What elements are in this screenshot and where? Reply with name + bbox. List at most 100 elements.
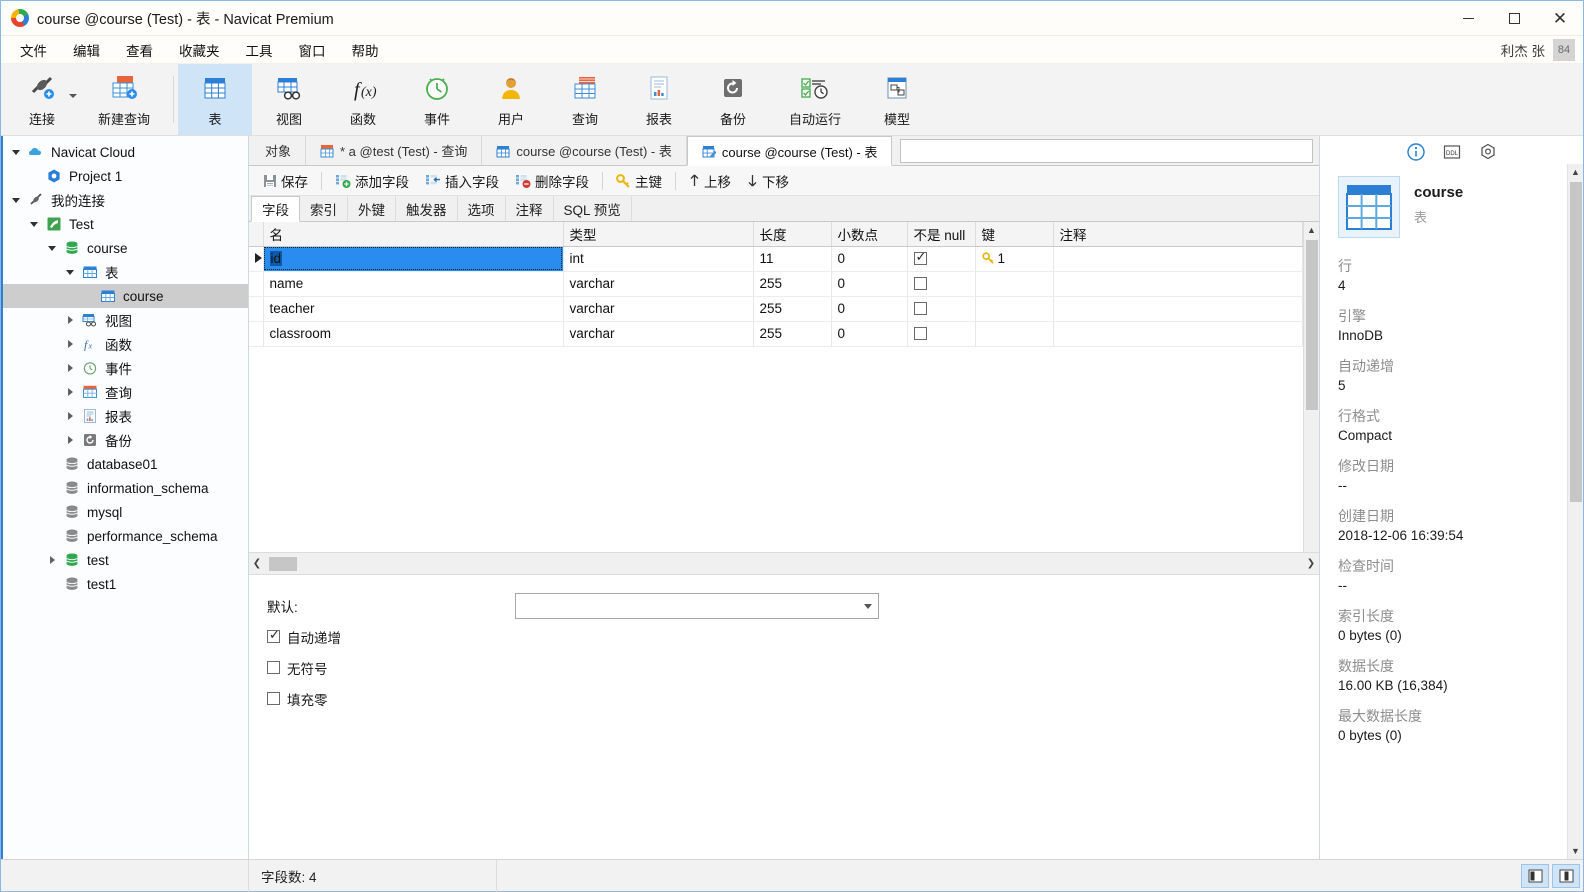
sidebar-item-test[interactable]: Test: [1, 212, 248, 236]
chevron-down-icon[interactable]: [7, 197, 25, 203]
ribbon-button-connection[interactable]: 连接: [5, 64, 79, 135]
ribbon-button-user[interactable]: 用户: [474, 64, 548, 135]
gear-icon[interactable]: [1478, 142, 1498, 162]
user-area[interactable]: 利杰 张 84: [1501, 38, 1583, 61]
cell-field-length[interactable]: 255: [753, 271, 832, 297]
column-header[interactable]: 不是 null: [907, 222, 976, 247]
cell-field-not-null[interactable]: [907, 321, 976, 347]
sidebar-item-course[interactable]: course: [1, 284, 248, 308]
scroll-right-icon[interactable]: ❯: [1303, 558, 1319, 569]
sidebar-item-[interactable]: f x 函数: [1, 332, 248, 356]
subtab-3[interactable]: 触发器: [396, 196, 458, 221]
minimize-icon[interactable]: [1445, 1, 1491, 36]
subtab-5[interactable]: 注释: [506, 196, 554, 221]
sidebar-item-database01[interactable]: database01: [1, 452, 248, 476]
chevron-right-icon[interactable]: [61, 340, 79, 348]
sidebar-item-course[interactable]: course: [1, 236, 248, 260]
cell-field-name[interactable]: name: [263, 271, 564, 297]
maximize-icon[interactable]: [1491, 1, 1537, 36]
chevron-down-icon[interactable]: [69, 94, 77, 98]
table-row[interactable]: teacher varchar 255 0: [249, 296, 1303, 322]
tab-search-input[interactable]: [900, 139, 1313, 163]
add-field-button[interactable]: 添加字段: [327, 168, 417, 194]
move-up-button[interactable]: 上移: [681, 168, 739, 194]
cell-field-length[interactable]: 255: [753, 296, 832, 322]
cell-field-type[interactable]: varchar: [563, 296, 754, 322]
default-value-combo[interactable]: [515, 593, 879, 619]
ribbon-button-automation[interactable]: 自动运行: [770, 64, 860, 135]
scrollbar-thumb[interactable]: [1569, 182, 1582, 502]
move-down-button[interactable]: 下移: [739, 168, 797, 194]
sidebar-item-mysql[interactable]: mysql: [1, 500, 248, 524]
cell-field-comment[interactable]: [1053, 321, 1303, 347]
table-row[interactable]: id int110 1: [249, 246, 1303, 272]
cell-field-not-null[interactable]: [907, 271, 976, 297]
subtab-4[interactable]: 选项: [458, 196, 506, 221]
sidebar-item-[interactable]: 报表: [1, 404, 248, 428]
sidebar-item-performance-schema[interactable]: performance_schema: [1, 524, 248, 548]
cell-field-length[interactable]: 255: [753, 321, 832, 347]
cell-field-key[interactable]: [975, 321, 1054, 347]
ribbon-button-new-query[interactable]: 新建查询: [79, 64, 169, 135]
menu-item-tools[interactable]: 工具: [233, 36, 286, 64]
close-icon[interactable]: ✕: [1537, 1, 1583, 36]
chevron-right-icon[interactable]: [61, 364, 79, 372]
cell-field-comment[interactable]: [1053, 246, 1303, 272]
menu-item-edit[interactable]: 编辑: [60, 36, 113, 64]
chevron-right-icon[interactable]: [61, 436, 79, 444]
column-header[interactable]: 名: [263, 222, 564, 247]
sidebar-item-test[interactable]: test: [1, 548, 248, 572]
tab-objects[interactable]: 对象: [251, 136, 307, 165]
chevron-down-icon[interactable]: [25, 221, 43, 227]
cell-field-decimals[interactable]: 0: [831, 296, 908, 322]
chevron-down-icon[interactable]: [61, 269, 79, 275]
auto-increment-checkbox[interactable]: 自动递增: [267, 621, 1319, 652]
split-view-left-icon[interactable]: [1521, 863, 1549, 888]
column-header[interactable]: 类型: [563, 222, 754, 247]
menu-item-window[interactable]: 窗口: [286, 36, 339, 64]
cell-field-name[interactable]: id: [263, 246, 564, 272]
ribbon-button-event[interactable]: 事件: [400, 64, 474, 135]
cell-field-key[interactable]: [975, 271, 1054, 297]
unsigned-checkbox[interactable]: 无符号: [267, 652, 1319, 683]
split-view-right-icon[interactable]: [1552, 863, 1580, 888]
chevron-down-icon[interactable]: [7, 149, 25, 155]
scroll-left-icon[interactable]: ❮: [249, 558, 265, 569]
column-header[interactable]: 长度: [753, 222, 832, 247]
ribbon-button-model[interactable]: 模型: [860, 64, 934, 135]
scrollbar-thumb[interactable]: [269, 556, 297, 571]
menu-item-favorites[interactable]: 收藏夹: [166, 36, 233, 64]
subtab-0[interactable]: 字段: [251, 196, 300, 222]
grid-vertical-scrollbar[interactable]: ▲: [1303, 222, 1320, 552]
delete-field-button[interactable]: 删除字段: [507, 168, 597, 194]
cell-field-type[interactable]: varchar: [563, 321, 754, 347]
sidebar-item-[interactable]: 我的连接: [1, 188, 248, 212]
cell-field-decimals[interactable]: 0: [831, 321, 908, 347]
column-header[interactable]: 注释: [1053, 222, 1303, 247]
column-header[interactable]: 小数点: [831, 222, 908, 247]
grid-horizontal-scrollbar[interactable]: ❮ ❯: [249, 552, 1319, 574]
sidebar-item-[interactable]: 视图: [1, 308, 248, 332]
chevron-right-icon[interactable]: [61, 388, 79, 396]
ribbon-button-view[interactable]: 视图: [252, 64, 326, 135]
cell-field-comment[interactable]: [1053, 296, 1303, 322]
cell-field-not-null[interactable]: [907, 246, 976, 272]
info-vertical-scrollbar[interactable]: ▲ ▼: [1567, 164, 1583, 859]
save-button[interactable]: 保存: [255, 168, 316, 194]
cell-field-type[interactable]: varchar: [563, 271, 754, 297]
not-null-checkbox[interactable]: [913, 302, 927, 315]
cell-field-length[interactable]: 11: [753, 246, 832, 272]
cell-field-type[interactable]: int: [563, 246, 754, 272]
not-null-checkbox[interactable]: [913, 277, 927, 290]
ribbon-button-table[interactable]: 表: [178, 64, 252, 135]
zerofill-checkbox[interactable]: 填充零: [267, 683, 1319, 714]
scroll-up-icon[interactable]: ▲: [1567, 164, 1583, 180]
info-icon[interactable]: [1406, 142, 1426, 162]
menu-item-view[interactable]: 查看: [113, 36, 166, 64]
scroll-up-icon[interactable]: ▲: [1303, 222, 1320, 238]
chevron-right-icon[interactable]: [43, 556, 61, 564]
sidebar-item-[interactable]: 事件: [1, 356, 248, 380]
not-null-checkbox[interactable]: [913, 249, 927, 265]
not-null-checkbox[interactable]: [913, 327, 927, 340]
chevron-right-icon[interactable]: [61, 316, 79, 324]
